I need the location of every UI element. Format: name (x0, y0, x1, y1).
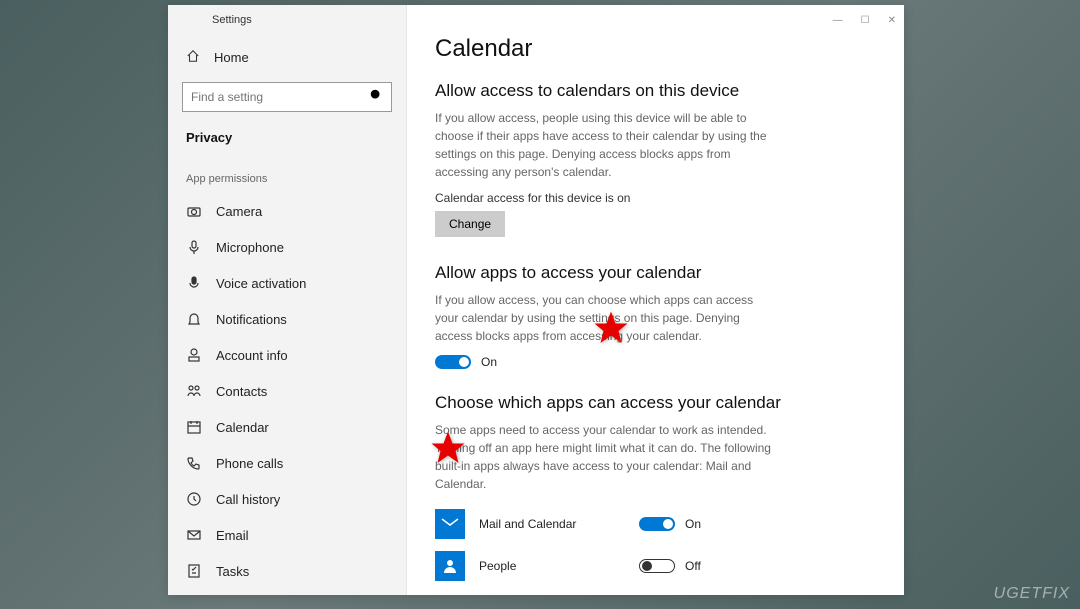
mail-toggle-label: On (685, 517, 701, 531)
settings-window: Settings — ☐ ✕ Home Privacy App permissi… (168, 5, 904, 595)
nav-item-calendar[interactable]: Calendar (168, 409, 406, 445)
history-icon (186, 491, 202, 507)
nav-item-callhistory[interactable]: Call history (168, 481, 406, 517)
nav-item-tasks[interactable]: Tasks (168, 553, 406, 589)
nav-item-account[interactable]: Account info (168, 337, 406, 373)
nav-item-voice[interactable]: Voice activation (168, 265, 406, 301)
contacts-icon (186, 383, 202, 399)
apps-access-toggle-row: On (435, 355, 876, 369)
nav-label: Contacts (216, 384, 267, 399)
sidebar-subheader: App permissions (168, 155, 406, 193)
section3-desc: Some apps need to access your calendar t… (435, 421, 775, 493)
nav-label: Camera (216, 204, 262, 219)
account-icon (186, 347, 202, 363)
people-toggle[interactable] (639, 559, 675, 573)
nav-label: Microphone (216, 240, 284, 255)
apps-access-toggle[interactable] (435, 355, 471, 369)
device-access-status: Calendar access for this device is on (435, 191, 876, 205)
nav-label: Email (216, 528, 249, 543)
main-content: Calendar Allow access to calendars on th… (406, 5, 904, 595)
home-label: Home (214, 50, 249, 65)
section1-title: Allow access to calendars on this device (435, 81, 876, 101)
section3-title: Choose which apps can access your calend… (435, 393, 876, 413)
nav-list: Camera Microphone Voice activation Notif… (168, 193, 406, 589)
nav-label: Call history (216, 492, 280, 507)
search-icon (369, 88, 383, 107)
sidebar: Home Privacy App permissions Camera Micr… (168, 5, 406, 595)
calendar-icon (186, 419, 202, 435)
apps-access-toggle-label: On (481, 355, 497, 369)
app-name: Mail and Calendar (479, 517, 639, 531)
annotation-star (593, 310, 633, 350)
nav-label: Notifications (216, 312, 287, 327)
sidebar-section-title: Privacy (168, 126, 406, 155)
nav-item-notifications[interactable]: Notifications (168, 301, 406, 337)
home-nav[interactable]: Home (168, 41, 406, 74)
search-box[interactable] (182, 82, 392, 112)
phone-icon (186, 455, 202, 471)
app-row-people: People Off (435, 545, 876, 587)
nav-label: Voice activation (216, 276, 306, 291)
tasks-icon (186, 563, 202, 579)
nav-item-phonecalls[interactable]: Phone calls (168, 445, 406, 481)
nav-label: Phone calls (216, 456, 283, 471)
home-icon (186, 49, 200, 66)
nav-item-camera[interactable]: Camera (168, 193, 406, 229)
email-icon (186, 527, 202, 543)
nav-label: Calendar (216, 420, 269, 435)
watermark: UGETFIX (994, 585, 1070, 603)
bell-icon (186, 311, 202, 327)
app-row-mail: Mail and Calendar On (435, 503, 876, 545)
voice-icon (186, 275, 202, 291)
window-title: Settings (212, 14, 252, 26)
nav-item-email[interactable]: Email (168, 517, 406, 553)
people-app-icon (435, 551, 465, 581)
section1-desc: If you allow access, people using this d… (435, 109, 775, 181)
annotation-star (430, 430, 470, 470)
nav-item-microphone[interactable]: Microphone (168, 229, 406, 265)
microphone-icon (186, 239, 202, 255)
app-name: People (479, 559, 639, 573)
page-title: Calendar (435, 35, 876, 63)
nav-label: Tasks (216, 564, 249, 579)
section2-title: Allow apps to access your calendar (435, 263, 876, 283)
mail-app-icon (435, 509, 465, 539)
nav-label: Account info (216, 348, 288, 363)
nav-item-contacts[interactable]: Contacts (168, 373, 406, 409)
mail-toggle[interactable] (639, 517, 675, 531)
change-button[interactable]: Change (435, 211, 505, 237)
camera-icon (186, 203, 202, 219)
people-toggle-label: Off (685, 559, 701, 573)
search-input[interactable] (191, 90, 369, 104)
